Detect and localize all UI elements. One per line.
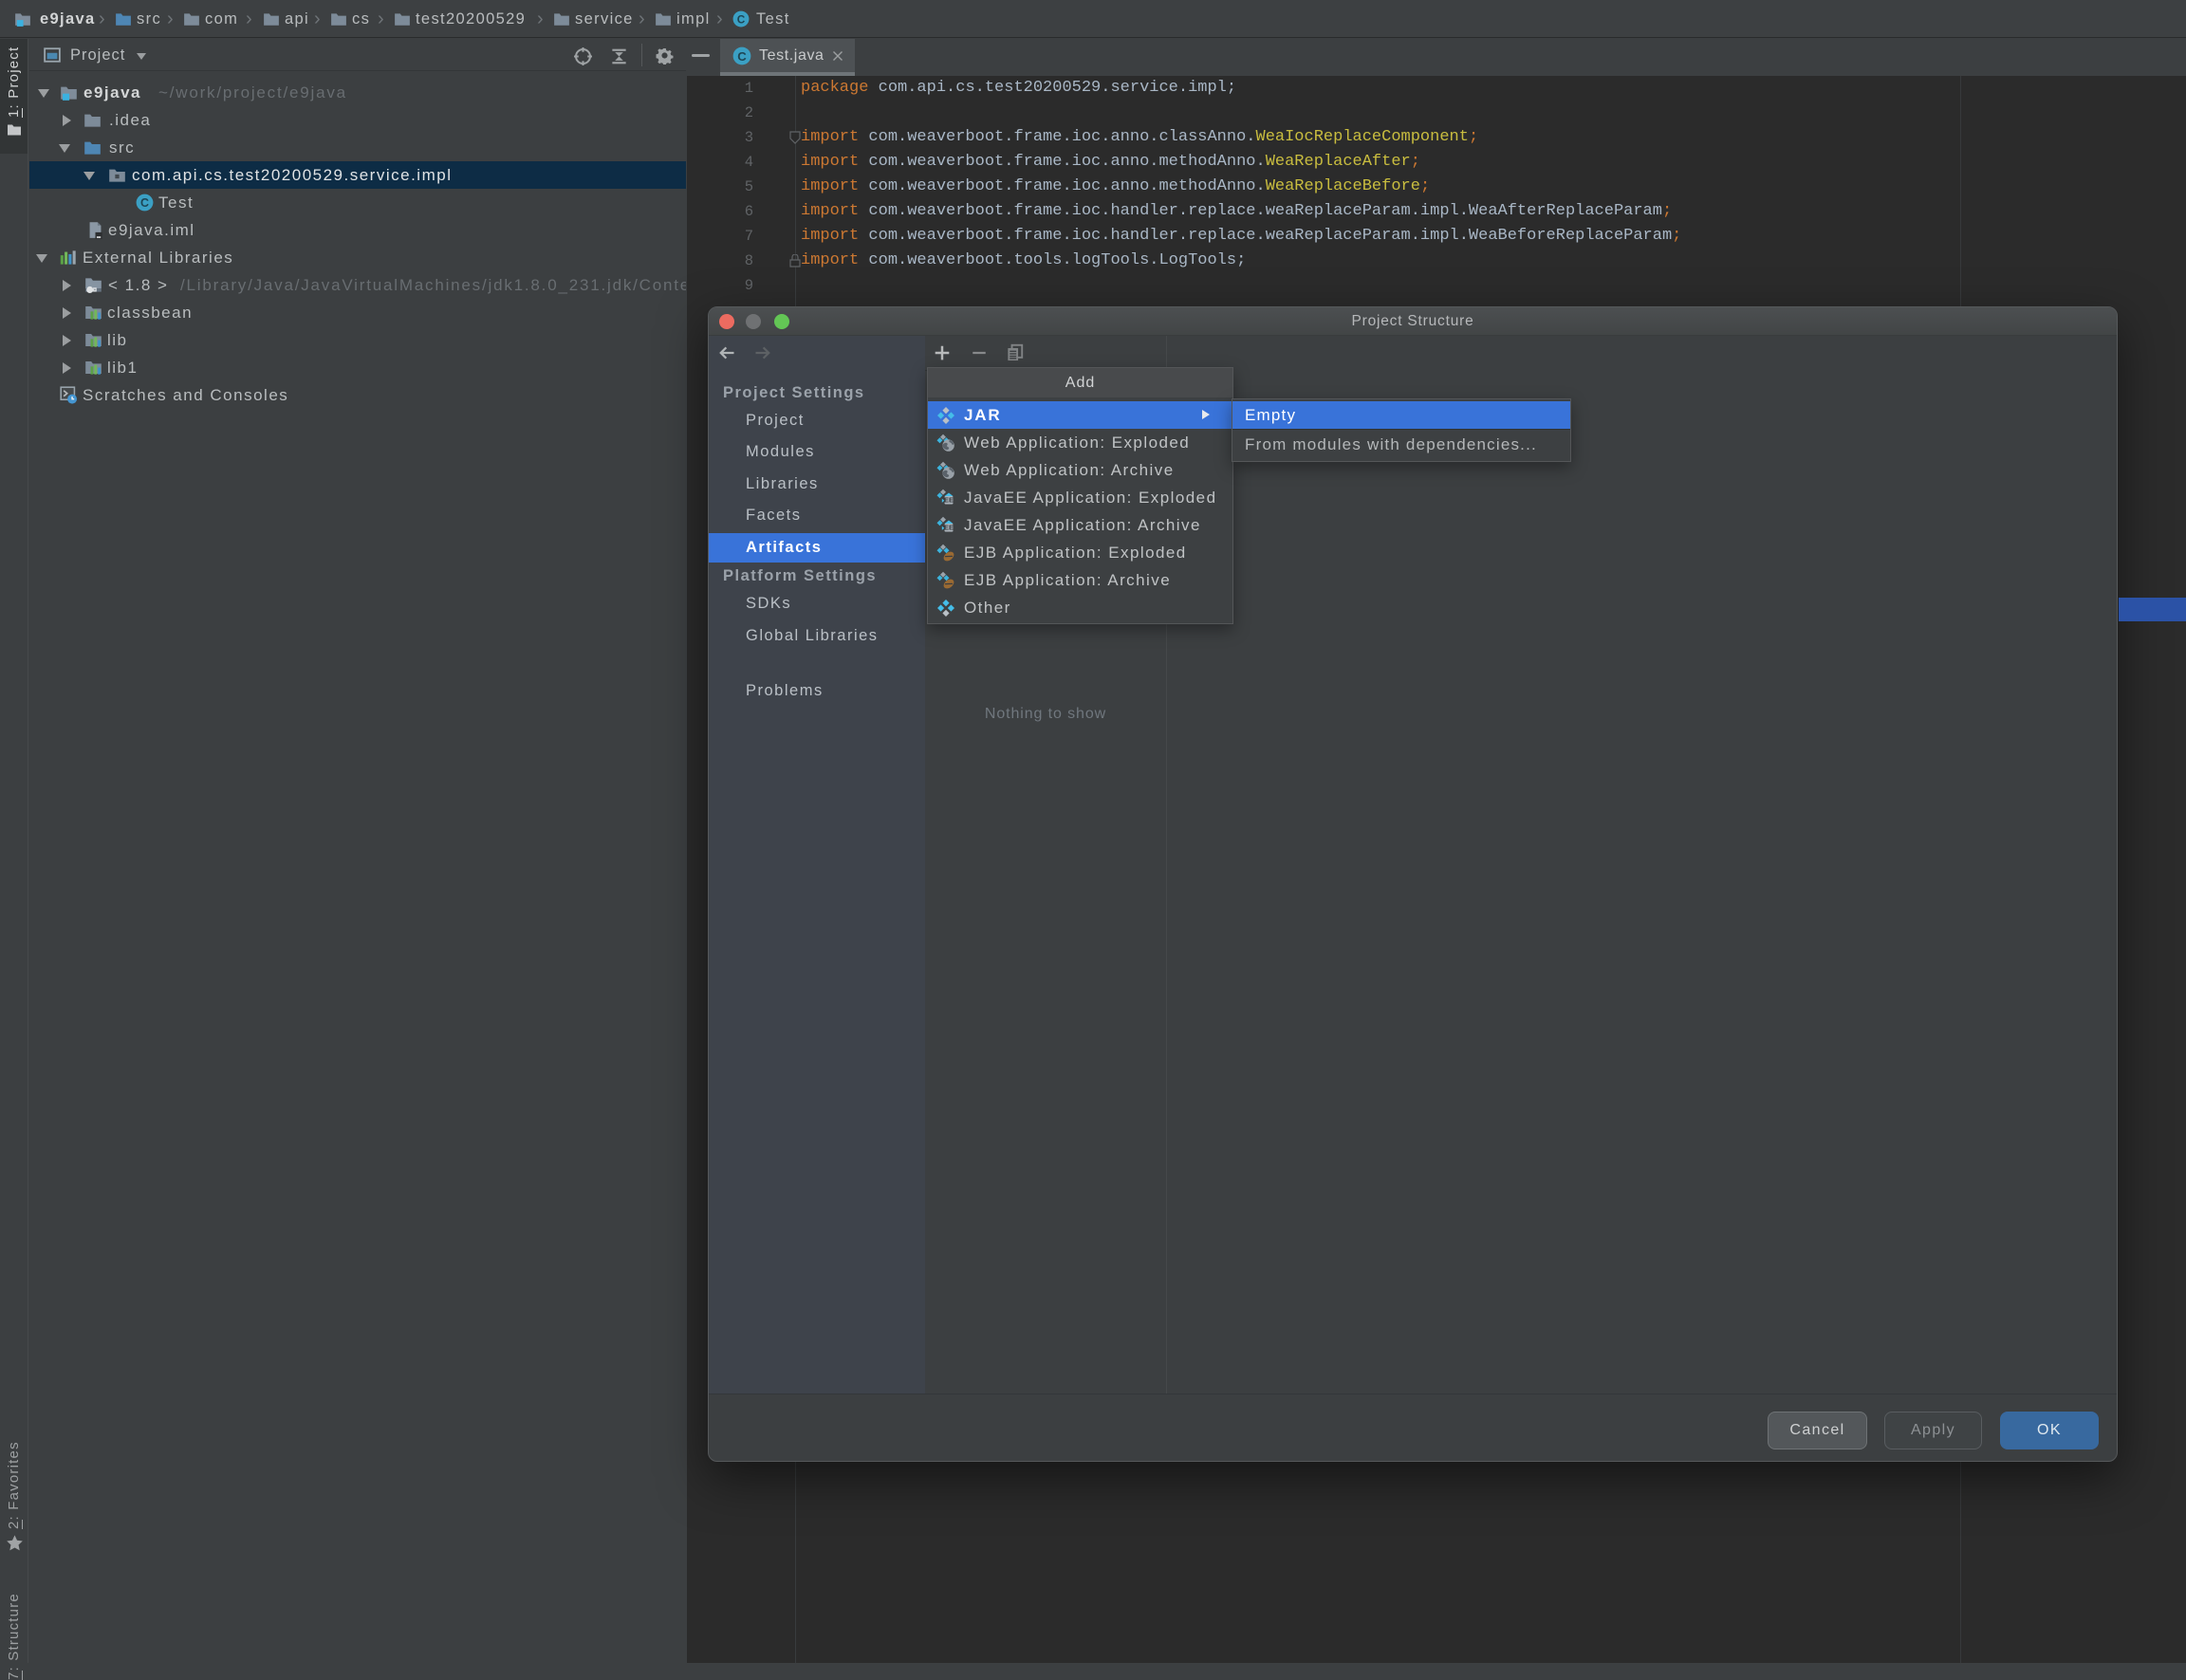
svg-text:C: C [140,196,149,210]
svg-text:C: C [737,12,746,26]
svg-text:EE: EE [944,524,954,532]
svg-text:C: C [737,49,747,64]
svg-text:EE: EE [944,496,954,505]
